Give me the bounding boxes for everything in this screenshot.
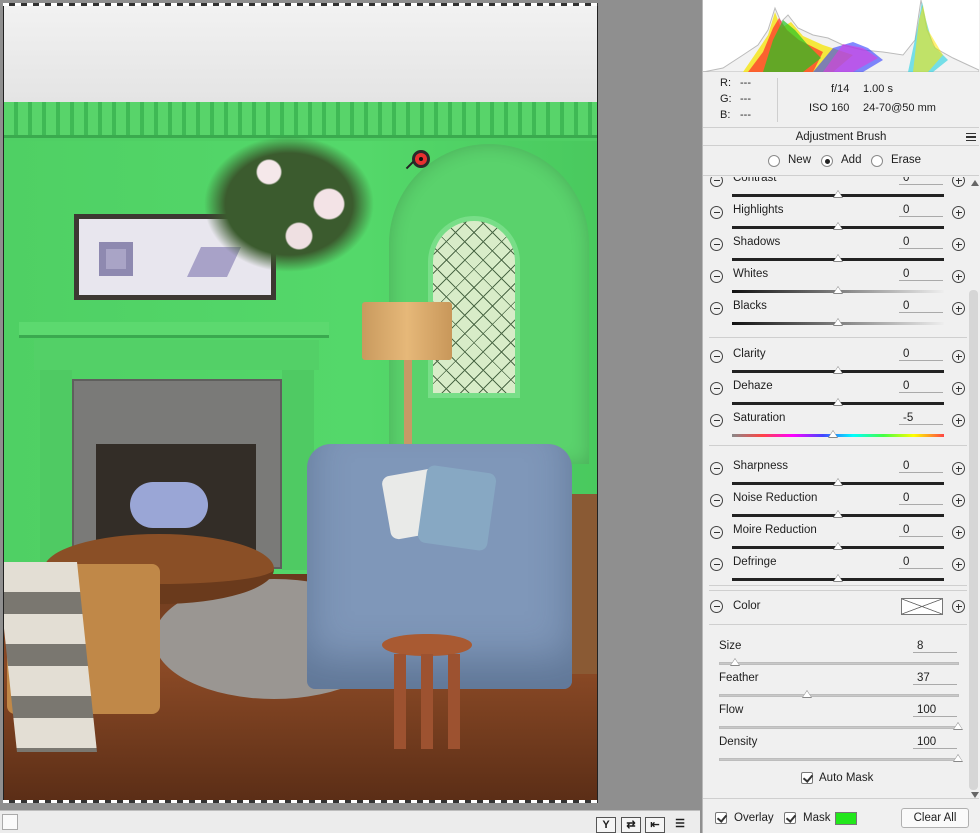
brush-size-row: Size 8 [703,638,979,670]
photo-stool-top [382,634,472,656]
brush-setting-track[interactable] [719,726,959,729]
brush-setting-thumb[interactable] [801,690,812,698]
brush-setting-value[interactable]: 8 [913,640,957,653]
brush-setting-track[interactable] [719,694,959,697]
overlay-checkbox[interactable] [715,812,727,824]
brush-flow-row: Flow 100 [703,702,979,734]
copy-settings-icon[interactable]: ⇤ [645,817,665,833]
photo-mantel-face [34,340,319,370]
brush-setting-value[interactable]: 37 [913,672,957,685]
brush-setting-label: Feather [719,672,759,684]
image-canvas[interactable] [3,3,598,803]
divider [703,798,979,799]
sliders-icon[interactable]: ☰ [670,817,690,833]
photo-stool-legs [394,654,460,749]
crop-edge-bottom [3,800,598,803]
brush-setting-thumb[interactable] [953,754,963,762]
photo-art-square [99,242,133,276]
clear-all-button[interactable]: Clear All [901,808,969,828]
auto-mask-label[interactable]: Auto Mask [819,772,873,784]
crop-edge-top [3,3,598,6]
bottom-toolbar: Y ⇄ ⇤ ☰ [0,810,700,833]
photo-hydrangeas [130,482,208,528]
mask-checkbox[interactable] [784,812,796,824]
brush-setting-label: Flow [719,704,744,716]
mask-color-swatch[interactable] [835,812,857,825]
photo-mantel-pillar [40,370,72,570]
brush-density-row: Density 100 [703,734,979,766]
swap-settings-icon[interactable]: ⇄ [621,817,641,833]
auto-mask-checkbox[interactable] [801,772,813,784]
brush-setting-thumb[interactable] [729,658,740,666]
brush-setting-value[interactable]: 100 [913,704,957,717]
brush-setting-label: Size [719,640,742,652]
photo-ceiling [4,4,597,102]
brush-setting-value[interactable]: 100 [913,736,957,749]
adjustment-panel: R: --- G: --- B: --- f/14 1.00 s ISO 160 24… [702,0,980,833]
brush-setting-track[interactable] [719,662,959,665]
scroll-up-icon[interactable] [971,180,979,186]
photo-lampshade [362,302,452,360]
panel-scrollbar[interactable] [969,290,978,790]
brush-setting-track[interactable] [719,758,959,761]
brush-setting-thumb[interactable] [953,722,963,730]
brush-setting-label: Density [719,736,758,748]
brush-feather-row: Feather 37 [703,670,979,702]
scroll-down-icon[interactable] [971,792,979,798]
filmstrip-toggle[interactable] [2,814,18,830]
adjustment-brush-pin-icon[interactable] [412,150,430,168]
photo-flowering-branch [189,124,389,284]
photo-pillow [416,464,498,552]
overlay-label[interactable]: Overlay [734,812,774,824]
brush-settings: Size 8 Feather 37 Flow 100 Density 100 [703,0,979,800]
before-after-icon[interactable]: Y [596,817,616,833]
photo-mantel-shelf [19,322,329,338]
mask-label[interactable]: Mask [803,812,830,824]
